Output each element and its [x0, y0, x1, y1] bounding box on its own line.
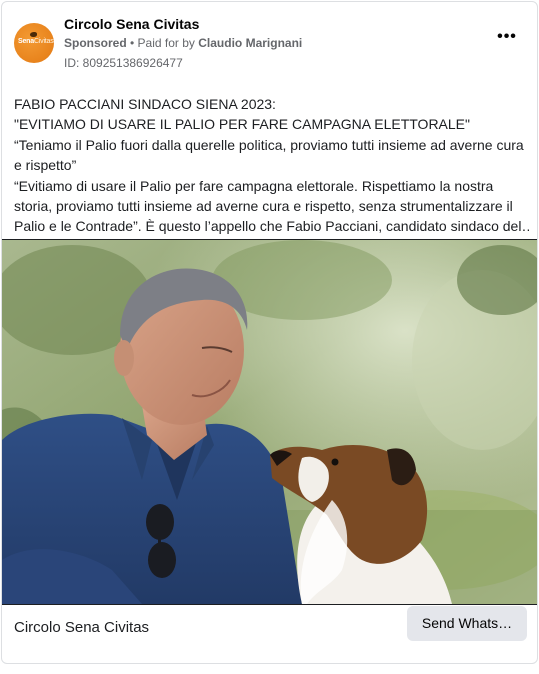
avatar-logo-thin: Civitas: [33, 38, 54, 45]
post-body-text: FABIO PACCIANI SINDACO SIENA 2023: "EVIT…: [14, 94, 529, 237]
ad-id: ID: 809251386926477: [64, 56, 183, 70]
payer-name: Claudio Marignani: [198, 36, 303, 50]
post-header: SenaCivitas Circolo Sena Civitas Sponsor…: [2, 2, 537, 82]
footer-page-name[interactable]: Circolo Sena Civitas: [14, 619, 149, 636]
ad-photo-illustration: [2, 240, 537, 604]
page-name-link[interactable]: Circolo Sena Civitas: [64, 16, 199, 32]
post-body-line: FABIO PACCIANI SINDACO SIENA 2023:: [14, 96, 276, 112]
logo-bird-mark: [30, 32, 37, 37]
post-body-line: storia, proviamo tutti insieme ad averne…: [14, 198, 513, 215]
avatar-logo-bold: Sena: [18, 38, 34, 45]
avatar-logo: SenaCivitas: [18, 38, 54, 45]
post-body-line: "EVITIAMO DI USARE IL PALIO PER FARE CAM…: [14, 116, 470, 133]
paid-for-prefix: Paid for by: [137, 36, 199, 50]
meta-separator: •: [126, 36, 138, 50]
ad-image[interactable]: [2, 239, 537, 605]
post-body-line: “Evitiamo di usare il Palio per fare cam…: [14, 177, 494, 194]
more-options-icon[interactable]: •••: [495, 29, 519, 48]
post-body-line: “Teniamo il Palio fuori dalla querelle p…: [14, 136, 524, 153]
send-whatsapp-button[interactable]: Send Whats…: [407, 606, 527, 641]
sponsorship-line: Sponsored • Paid for by Claudio Marignan…: [64, 36, 302, 50]
sponsored-post-card: SenaCivitas Circolo Sena Civitas Sponsor…: [1, 1, 538, 664]
sponsored-label: Sponsored: [64, 36, 127, 50]
post-body-line: Palio e le Contrade”. È questo l’appello…: [14, 218, 529, 235]
page-avatar[interactable]: SenaCivitas: [14, 23, 54, 63]
post-body-line: e rispetto”: [14, 157, 77, 174]
